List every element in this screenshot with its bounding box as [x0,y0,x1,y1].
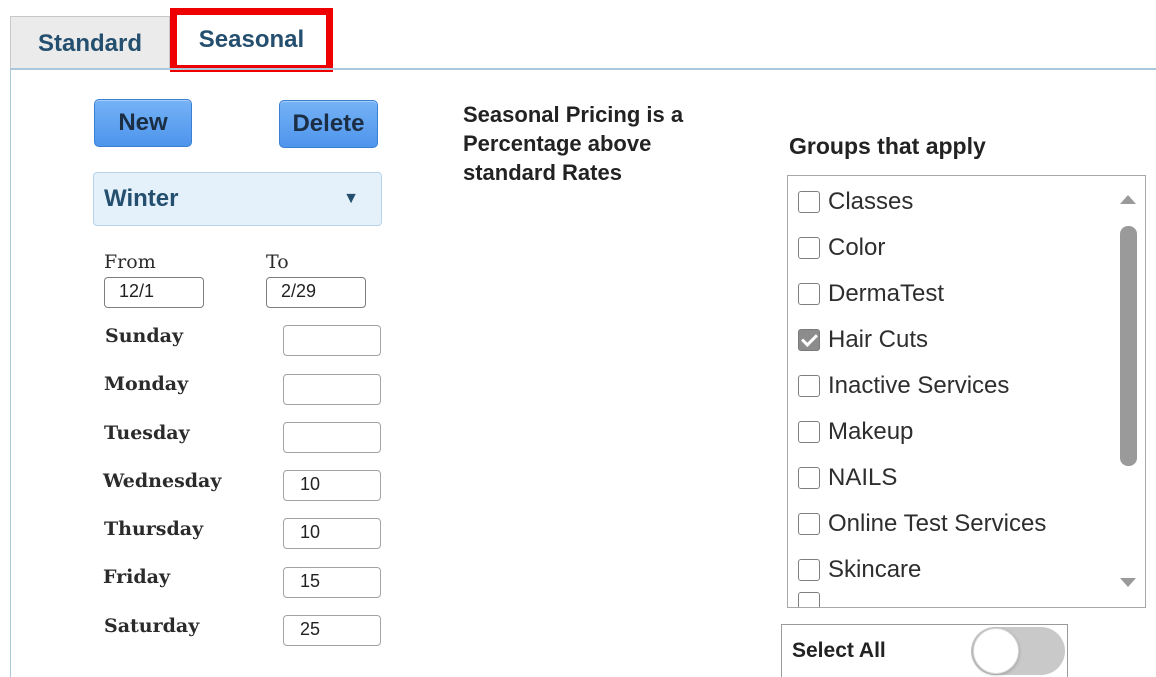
day-label-saturday: Saturday [104,615,200,637]
scroll-up-arrow-icon[interactable] [1120,195,1136,204]
group-item-online-test-services[interactable]: Online Test Services [798,507,1046,541]
group-item-label: Online Test Services [828,510,1047,537]
tab-standard-label: Standard [37,29,142,57]
checkbox-icon[interactable] [798,559,820,581]
checkbox-icon[interactable] [798,191,820,213]
group-item-classes[interactable]: Classes [798,185,913,219]
group-item-skincare[interactable]: Skincare [798,553,921,587]
to-label: To [266,251,289,273]
season-select-value: Winter [104,185,179,212]
friday-percent-input[interactable]: 15 [283,567,381,598]
select-all-toggle[interactable] [971,627,1065,675]
monday-percent-input[interactable] [283,374,381,405]
wednesday-percent-input[interactable]: 10 [283,470,381,501]
checkbox-icon[interactable] [798,592,820,607]
checkbox-icon[interactable] [798,513,820,535]
caret-down-icon: ▼ [343,190,359,207]
to-date-input[interactable]: 2/29 [266,277,366,308]
group-item-label: Hair Cuts [828,326,929,353]
checkbox-icon[interactable] [798,283,820,305]
group-item-dermatest[interactable]: DermaTest [798,277,944,311]
select-all-label: Select All [792,639,886,662]
tab-seasonal-label: Seasonal [198,26,305,53]
checkbox-icon[interactable] [798,375,820,397]
checkbox-checked-icon[interactable] [798,329,820,351]
checkbox-icon[interactable] [798,421,820,443]
group-item-inactive-services[interactable]: Inactive Services [798,369,1009,403]
group-item-makeup[interactable]: Makeup [798,415,913,449]
panel-top-border [10,68,1156,70]
checkbox-icon[interactable] [798,467,820,489]
delete-button-label: Delete [292,110,365,137]
tab-seasonal[interactable]: Seasonal [170,8,333,72]
sunday-percent-input[interactable] [283,325,381,356]
info-line-3: standard Rates [463,160,622,185]
season-select[interactable]: Winter ▼ [93,172,382,226]
toggle-knob [973,628,1019,674]
saturday-percent-input[interactable]: 25 [283,615,381,646]
groups-list[interactable]: Classes Color DermaTest Hair Cuts Inacti… [787,175,1146,608]
scrollbar-thumb[interactable] [1120,226,1137,466]
group-item-color[interactable]: Color [798,231,885,265]
day-label-thursday: Thursday [104,518,204,540]
groups-title: Groups that apply [789,133,986,159]
seasonal-pricing-info: Seasonal Pricing is a Percentage above s… [463,100,763,187]
day-label-sunday: Sunday [105,325,183,347]
day-label-monday: Monday [104,373,189,395]
group-item-label: Color [828,234,886,261]
group-item-label: Skincare [828,556,922,583]
day-label-tuesday: Tuesday [104,422,190,444]
group-item-label: Inactive Services [828,372,1010,399]
group-item-label: Makeup [828,418,914,445]
info-line-1: Seasonal Pricing is a [463,102,684,127]
day-label-wednesday: Wednesday [103,470,222,492]
select-all-row: Select All [781,624,1068,677]
tuesday-percent-input[interactable] [283,422,381,453]
info-line-2: Percentage above [463,131,652,156]
day-label-friday: Friday [103,566,171,588]
checkbox-icon[interactable] [798,237,820,259]
group-item-label: Classes [828,188,914,215]
tab-standard[interactable]: Standard [10,16,170,70]
new-button[interactable]: New [94,99,192,147]
group-item-label: NAILS [828,464,898,491]
new-button-label: New [118,109,168,136]
scroll-down-arrow-icon[interactable] [1120,578,1136,587]
thursday-percent-input[interactable]: 10 [283,518,381,549]
panel-left-border [10,68,11,677]
group-item-hair-cuts[interactable]: Hair Cuts [798,323,928,357]
group-item-nails[interactable]: NAILS [798,461,897,495]
delete-button[interactable]: Delete [279,100,378,148]
from-label: From [104,251,156,273]
tab-strip: Standard Seasonal [0,0,1156,72]
group-item-label: DermaTest [828,280,945,307]
group-item-partial[interactable] [798,592,828,607]
from-date-input[interactable]: 12/1 [104,277,204,308]
